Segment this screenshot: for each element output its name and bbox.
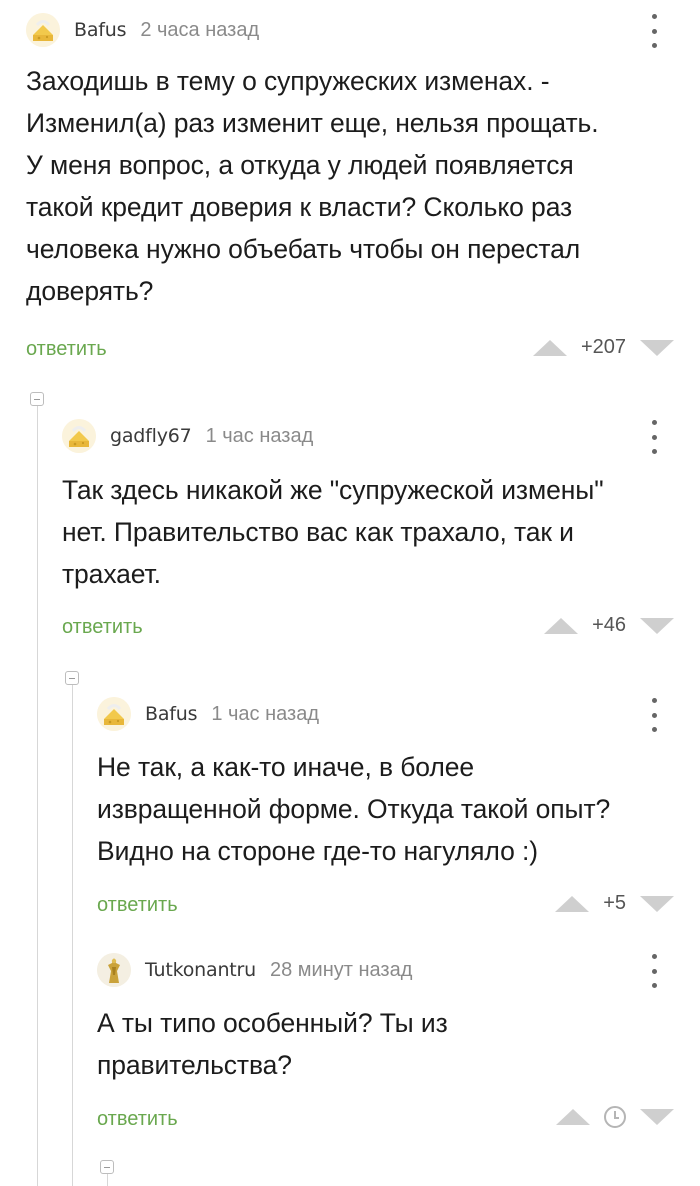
vote-controls: +5 — [555, 892, 674, 915]
collapse-thread-button[interactable] — [100, 1160, 114, 1174]
more-options-icon[interactable] — [650, 14, 658, 48]
comment-author[interactable]: Bafus — [145, 703, 198, 725]
comment-time: 28 минут назад — [270, 958, 413, 981]
comment-actions: ответить +207 — [26, 334, 700, 364]
comment-text-line: извращенной форме. Откуда такой опыт? — [97, 794, 611, 824]
comment-actions: ответить +46 — [62, 612, 700, 642]
comment-rating: +5 — [603, 892, 626, 914]
comment: gadfly67 1 час назад Так здесь никакой ж… — [62, 416, 700, 656]
comment-text: Так здесь никакой же "супружеской измены… — [62, 469, 604, 595]
comment-text-line: доверять? — [26, 276, 154, 306]
comment-author[interactable]: Bafus — [74, 19, 127, 41]
comment-text-line: человека нужно объебать чтобы он переста… — [26, 234, 581, 264]
comment-actions: ответить +5 — [97, 890, 700, 920]
thread-line — [72, 680, 73, 1186]
comment: Tutkonantru 28 минут назад А ты типо осо… — [97, 950, 700, 1150]
comment-rating: +207 — [580, 336, 626, 358]
comment-actions: ответить — [97, 1104, 700, 1134]
comment-author[interactable]: Tutkonantru — [145, 959, 256, 981]
comment-time: 2 часа назад — [140, 18, 260, 41]
comment-text-line: такой кредит доверия к власти? Сколько р… — [26, 192, 573, 222]
comment-text-line: Так здесь никакой же "супружеской измены… — [62, 475, 604, 505]
comment-time: 1 час назад — [205, 424, 314, 447]
comment-header: gadfly67 1 час назад — [62, 416, 313, 456]
downvote-arrow-icon[interactable] — [640, 1109, 674, 1125]
comment-text-line: А ты типо особенный? Ты из — [97, 1008, 448, 1038]
comment-text: А ты типо особенный? Ты из правительства… — [97, 1002, 448, 1086]
reply-link[interactable]: ответить — [62, 612, 143, 642]
comment-text-line: Заходишь в тему о супружеских изменах. - — [26, 66, 550, 96]
thread-line — [37, 400, 38, 1186]
comment-header: Bafus 1 час назад — [97, 694, 319, 734]
comment-author[interactable]: gadfly67 — [110, 425, 192, 447]
upvote-arrow-icon[interactable] — [544, 617, 579, 634]
upvote-arrow-icon[interactable] — [532, 339, 567, 356]
comment: Bafus 2 часа назад Заходишь в тему о суп… — [26, 10, 700, 380]
downvote-arrow-icon[interactable] — [640, 617, 674, 634]
vote-controls: +207 — [532, 336, 674, 359]
upvote-arrow-icon[interactable] — [555, 895, 590, 912]
comment-rating: +46 — [592, 614, 626, 636]
cheese-avatar-icon[interactable] — [62, 419, 96, 453]
comment-text-line: Изменил(а) раз изменит еще, нельзя проща… — [26, 108, 599, 138]
golden-figure-avatar-icon[interactable] — [97, 953, 131, 987]
comment-text: Заходишь в тему о супружеских изменах. -… — [26, 60, 599, 312]
more-options-icon[interactable] — [650, 698, 658, 732]
vote-controls: +46 — [544, 614, 674, 637]
comment-header: Tutkonantru 28 минут назад — [97, 950, 412, 990]
more-options-icon[interactable] — [650, 420, 658, 454]
upvote-arrow-icon[interactable] — [556, 1109, 590, 1125]
comment-text-line: Видно на стороне где-то нагуляло :) — [97, 836, 538, 866]
clock-icon — [604, 1106, 626, 1128]
collapse-thread-button[interactable] — [65, 671, 79, 685]
comment-text-line: нет. Правительство вас как трахало, так … — [62, 517, 574, 547]
downvote-arrow-icon[interactable] — [640, 895, 674, 912]
cheese-avatar-icon[interactable] — [26, 13, 60, 47]
comment-text-line: правительства? — [97, 1050, 292, 1080]
reply-link[interactable]: ответить — [26, 334, 107, 364]
comment-text-line: У меня вопрос, а откуда у людей появляет… — [26, 150, 574, 180]
comment-text-line: трахает. — [62, 559, 161, 589]
reply-link[interactable]: ответить — [97, 890, 178, 920]
downvote-arrow-icon[interactable] — [640, 339, 674, 356]
comment-text-line: Не так, а как-то иначе, в более — [97, 752, 474, 782]
reply-link[interactable]: ответить — [97, 1104, 178, 1134]
collapse-thread-button[interactable] — [30, 392, 44, 406]
comment-time: 1 час назад — [211, 702, 319, 725]
cheese-avatar-icon[interactable] — [97, 697, 131, 731]
comment-text: Не так, а как-то иначе, в более извращен… — [97, 746, 610, 872]
more-options-icon[interactable] — [650, 954, 658, 988]
comment: Bafus 1 час назад Не так, а как-то иначе… — [97, 694, 700, 934]
vote-controls — [556, 1106, 674, 1128]
comment-header: Bafus 2 часа назад — [26, 10, 259, 50]
